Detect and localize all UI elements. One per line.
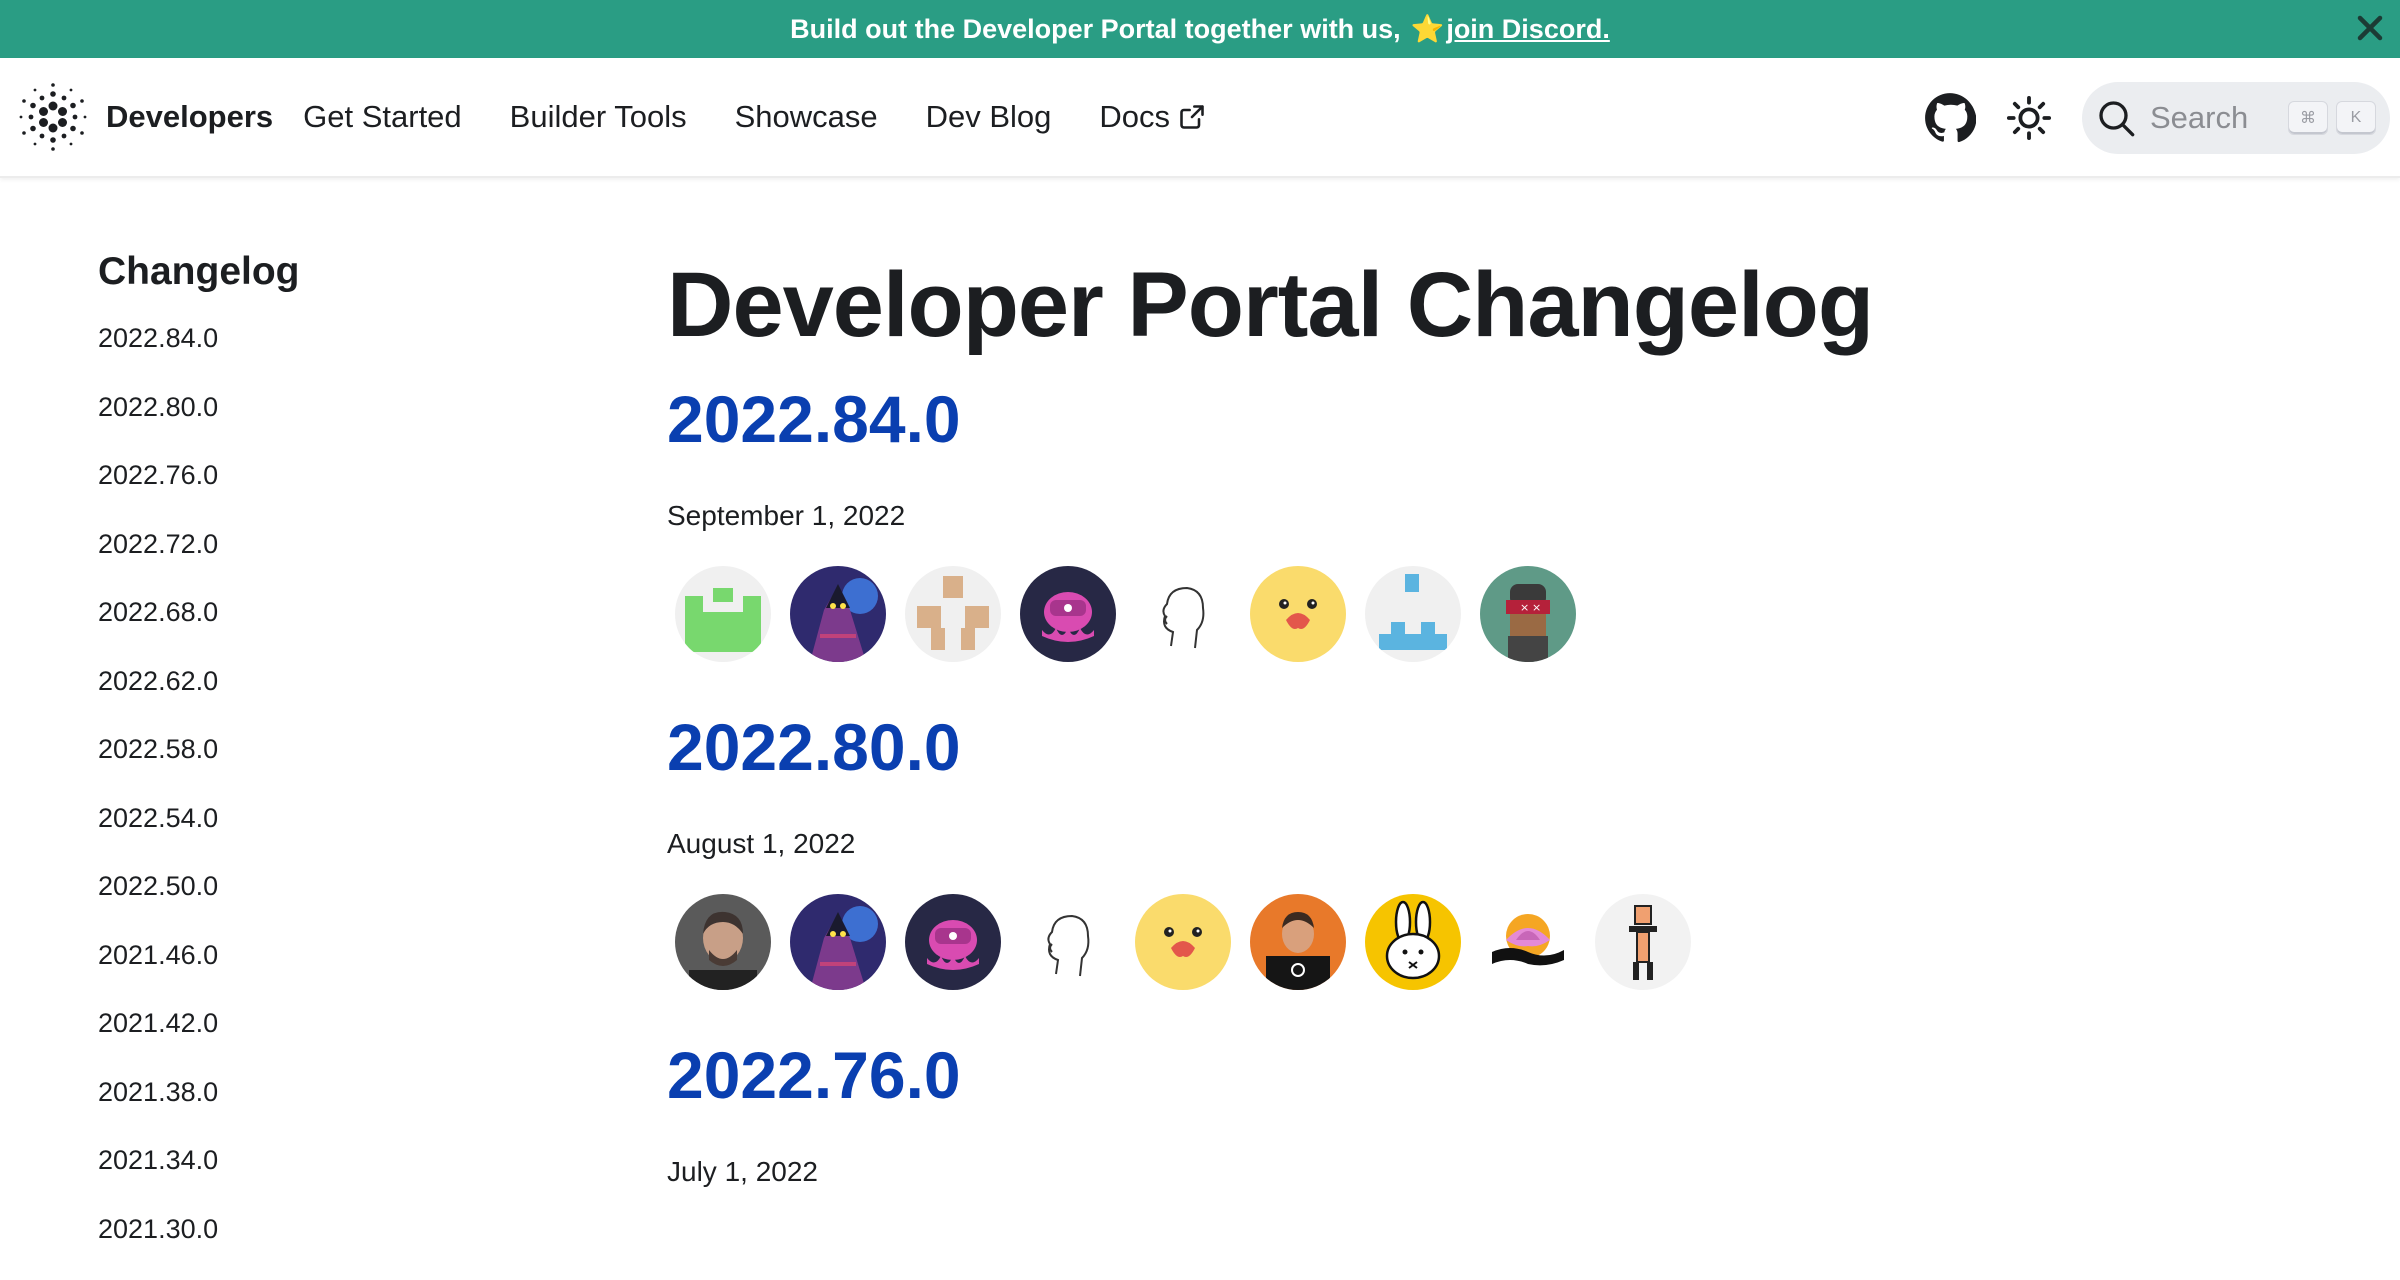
- contributor-avatar-robot-teal[interactable]: ××: [1480, 566, 1576, 662]
- navbar-right: Search ⌘ K: [1924, 58, 2390, 178]
- contributors-list: ××: [667, 566, 2167, 662]
- release-2022-84-0: 2022.84.0 September 1, 2022: [667, 380, 2167, 662]
- release-date: August 1, 2022: [667, 828, 2167, 860]
- star-icon: ⭐: [1411, 13, 1445, 45]
- brand-link[interactable]: Developers: [18, 82, 273, 152]
- nav-dev-blog[interactable]: Dev Blog: [926, 99, 1052, 135]
- contributor-avatar-green-pixel[interactable]: [675, 566, 771, 662]
- nav-menu: Get Started Builder Tools Showcase Dev B…: [303, 99, 1206, 135]
- contributor-avatar-wizard[interactable]: [790, 894, 886, 990]
- sidebar-item-2021-46-0[interactable]: 2021.46.0: [98, 938, 498, 1007]
- search-shortcut: ⌘ K: [2288, 101, 2376, 135]
- join-discord-link[interactable]: join Discord.: [1446, 14, 1610, 45]
- contributor-avatar-beige-pixel[interactable]: [905, 566, 1001, 662]
- nav-docs[interactable]: Docs: [1099, 99, 1206, 135]
- contributor-avatar-yellow-duck[interactable]: [1135, 894, 1231, 990]
- cardano-logo-icon: [18, 82, 88, 152]
- contributor-avatar-face-outline[interactable]: [1020, 894, 1116, 990]
- theme-toggle-sun-icon[interactable]: [2006, 95, 2052, 141]
- contributor-avatar-pink-octopus[interactable]: [905, 894, 1001, 990]
- nav-docs-label: Docs: [1099, 99, 1170, 135]
- sidebar-item-2021-34-0[interactable]: 2021.34.0: [98, 1143, 498, 1212]
- close-icon[interactable]: [2352, 10, 2388, 46]
- sidebar-item-2022-54-0[interactable]: 2022.54.0: [98, 801, 498, 870]
- sidebar-item-2022-84-0[interactable]: 2022.84.0: [98, 321, 498, 390]
- sidebar-item-2022-76-0[interactable]: 2022.76.0: [98, 458, 498, 527]
- sidebar-item-2022-72-0[interactable]: 2022.72.0: [98, 527, 498, 596]
- nav-showcase[interactable]: Showcase: [735, 99, 878, 135]
- cmd-key: ⌘: [2288, 101, 2328, 135]
- page-title: Developer Portal Changelog: [667, 250, 2167, 360]
- main-content: Developer Portal Changelog 2022.84.0 Sep…: [667, 250, 2167, 1188]
- contributor-avatar-yellow-duck[interactable]: [1250, 566, 1346, 662]
- contributor-avatar-white-bunny[interactable]: [1365, 894, 1461, 990]
- brand-title: Developers: [106, 99, 273, 135]
- contributor-avatar-wizard[interactable]: [790, 566, 886, 662]
- sidebar-item-2021-42-0[interactable]: 2021.42.0: [98, 1006, 498, 1075]
- contributor-avatar-face-outline[interactable]: [1135, 566, 1231, 662]
- nav-builder-tools[interactable]: Builder Tools: [510, 99, 687, 135]
- contributor-avatar-lotus[interactable]: [1480, 894, 1576, 990]
- svg-text:×: ×: [1520, 601, 1529, 614]
- k-key: K: [2336, 101, 2376, 135]
- changelog-sidebar: Changelog 2022.84.0 2022.80.0 2022.76.0 …: [98, 250, 498, 1280]
- release-version-link[interactable]: 2022.76.0: [667, 1036, 2167, 1114]
- github-icon[interactable]: [1924, 92, 1976, 144]
- contributor-avatar-man-photo[interactable]: [675, 894, 771, 990]
- release-version-link[interactable]: 2022.80.0: [667, 708, 2167, 786]
- sidebar-item-2022-58-0[interactable]: 2022.58.0: [98, 732, 498, 801]
- sidebar-item-2022-80-0[interactable]: 2022.80.0: [98, 390, 498, 459]
- search-button[interactable]: Search ⌘ K: [2082, 82, 2390, 154]
- sidebar-item-2022-50-0[interactable]: 2022.50.0: [98, 869, 498, 938]
- contributor-avatar-blue-pixel[interactable]: [1365, 566, 1461, 662]
- search-placeholder: Search: [2150, 100, 2274, 136]
- release-2022-76-0: 2022.76.0 July 1, 2022: [667, 1036, 2167, 1188]
- contributor-avatar-orange-man[interactable]: [1250, 894, 1346, 990]
- contributor-avatar-pixel-figure[interactable]: [1595, 894, 1691, 990]
- sidebar-item-2021-38-0[interactable]: 2021.38.0: [98, 1075, 498, 1144]
- nav-get-started[interactable]: Get Started: [303, 99, 462, 135]
- contributor-avatar-pink-octopus[interactable]: [1020, 566, 1116, 662]
- release-2022-80-0: 2022.80.0 August 1, 2022: [667, 708, 2167, 990]
- navbar: Developers Get Started Builder Tools Sho…: [0, 58, 2400, 178]
- contributors-list: [667, 894, 2167, 990]
- sidebar-item-2022-68-0[interactable]: 2022.68.0: [98, 595, 498, 664]
- sidebar-title: Changelog: [98, 250, 498, 294]
- announcement-text: Build out the Developer Portal together …: [790, 14, 1401, 45]
- sidebar-item-2021-30-0[interactable]: 2021.30.0: [98, 1212, 498, 1280]
- sidebar-item-2022-62-0[interactable]: 2022.62.0: [98, 664, 498, 733]
- search-icon: [2096, 98, 2136, 138]
- svg-text:×: ×: [1532, 601, 1541, 614]
- release-version-link[interactable]: 2022.84.0: [667, 380, 2167, 458]
- release-date: July 1, 2022: [667, 1156, 2167, 1188]
- release-date: September 1, 2022: [667, 500, 2167, 532]
- external-link-icon: [1178, 103, 1206, 131]
- announcement-bar: Build out the Developer Portal together …: [0, 0, 2400, 58]
